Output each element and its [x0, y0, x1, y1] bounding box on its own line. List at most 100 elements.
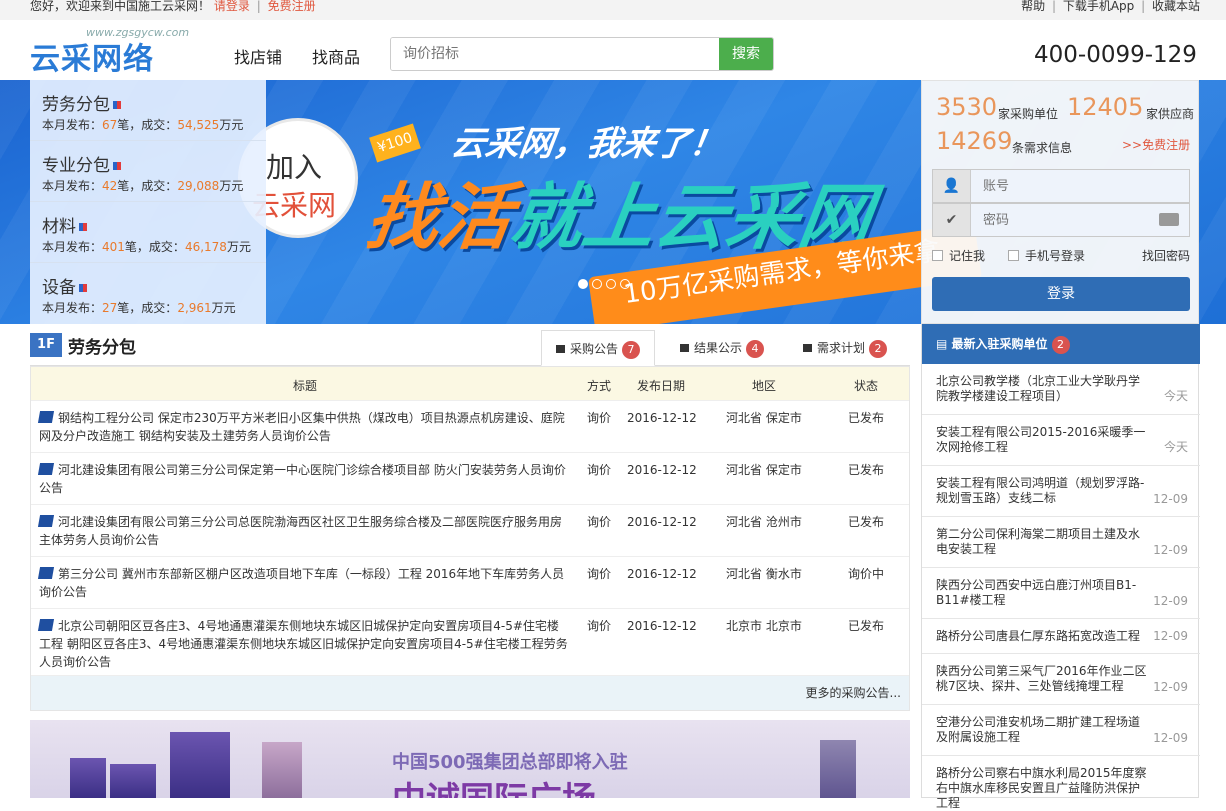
keyboard-icon[interactable]	[1159, 213, 1179, 226]
stats-count: 401	[102, 240, 125, 254]
list-item[interactable]: 路桥分公司唐县仁厚东路拓宽改造工程 12-09	[922, 619, 1200, 654]
tab-label: 采购公告	[570, 342, 619, 356]
promo-line1: 中国500强集团总部即将入驻	[392, 752, 628, 773]
row-status: 已发布	[848, 463, 885, 477]
favorite-link[interactable]: 收藏本站	[1152, 0, 1200, 13]
notice-table: 标题 方式 发布日期 地区 状态 钢结构工程分公司 保定市230万平方米老旧小区…	[30, 366, 910, 711]
suppliers-count: 12405	[1067, 93, 1144, 121]
row-method: 询价	[587, 463, 612, 477]
new-buyers-panel: ▤ 最新入驻采购单位 2 北京公司教学楼（北京工业大学耿丹学院教学楼建设工程项目）…	[921, 324, 1200, 810]
row-date: 2016-12-12	[627, 411, 697, 425]
stats-amount: 2,961	[177, 301, 212, 315]
check-icon: ✔	[933, 204, 971, 236]
suppliers-label: 家供应商	[1146, 107, 1195, 121]
site-logo[interactable]: www.zgsgycw.com 云采网络	[30, 26, 210, 77]
row-title[interactable]: 北京公司朝阳区豆各庄3、4号地通惠灌渠东侧地块东城区旧城保护定向安置房项目4-5…	[37, 617, 569, 671]
flag-icon	[79, 223, 87, 231]
header: www.zgsgycw.com 云采网络 找店铺 找商品 搜索 400-0099…	[0, 20, 1226, 80]
login-button[interactable]: 登录	[932, 277, 1190, 311]
item-name: 空港分公司淮安机场二期扩建工程场道及附属设施工程	[936, 715, 1141, 744]
col-date: 发布日期	[637, 379, 686, 393]
panel-title: 最新入驻采购单位	[951, 337, 1048, 351]
category-title-text: 设备	[42, 278, 76, 298]
category-equipment[interactable]: 设备 本月发布：27笔，成交：2,961万元	[30, 263, 266, 324]
nav-find-shop[interactable]: 找店铺	[234, 44, 282, 68]
stats-mid: 笔，成交：	[124, 240, 185, 254]
tab-count-badge: 7	[622, 341, 641, 359]
table-row[interactable]: 北京公司朝阳区豆各庄3、4号地通惠灌渠东侧地块东城区旧城保护定向安置房项目4-5…	[31, 609, 909, 676]
category-labor[interactable]: 劳务分包 本月发布：67笔，成交：54,525万元	[30, 80, 266, 141]
item-date: 12-09	[1153, 629, 1188, 643]
stats-mid: 笔，成交：	[117, 179, 178, 193]
tab-procurement-notice[interactable]: 采购公告 7	[541, 330, 656, 366]
flag-icon	[680, 344, 689, 352]
row-method: 询价	[587, 411, 612, 425]
account-input[interactable]	[983, 170, 1173, 202]
table-row[interactable]: 第三分公司 冀州市东部新区棚户区改造项目地下车库（一标段）工程 2016年地下车…	[31, 557, 909, 609]
category-title-text: 专业分包	[42, 156, 110, 176]
login-link[interactable]: 请登录	[214, 0, 250, 13]
list-item[interactable]: 安装工程有限公司2015-2016采暖季一次网抢修工程 今天	[922, 415, 1200, 466]
list-item[interactable]: 空港分公司淮安机场二期扩建工程场道及附属设施工程 12-09	[922, 705, 1200, 756]
buyers-count: 3530	[936, 93, 998, 121]
category-specialty[interactable]: 专业分包 本月发布：42笔，成交：29,088万元	[30, 141, 266, 202]
promo-banner[interactable]: 中国500强集团总部即将入驻 中诚国际广场	[30, 720, 910, 798]
row-title[interactable]: 河北建设集团有限公司第三分公司保定第一中心医院门诊综合楼项目部 防火门安装劳务人…	[37, 461, 569, 497]
nav-find-product[interactable]: 找商品	[312, 44, 360, 68]
flag-icon	[113, 101, 121, 109]
tab-result-notice[interactable]: 结果公示 4	[666, 330, 778, 366]
list-item[interactable]: 第二分公司保利海棠二期项目土建及水电安装工程 12-09	[922, 517, 1200, 568]
tab-demand-plan[interactable]: 需求计划 2	[789, 330, 901, 366]
row-title[interactable]: 第三分公司 冀州市东部新区棚户区改造项目地下车库（一标段）工程 2016年地下车…	[37, 565, 569, 601]
megaphone-icon	[556, 345, 565, 353]
list-item[interactable]: 陕西分公司第三采气厂2016年作业二区桃7区块、探井、三处管线掩埋工程 12-09	[922, 654, 1200, 705]
table-row[interactable]: 河北建设集团有限公司第三分公司保定第一中心医院门诊综合楼项目部 防火门安装劳务人…	[31, 453, 909, 505]
help-link[interactable]: 帮助	[1021, 0, 1045, 13]
item-date: 今天	[1163, 389, 1188, 403]
carousel-dot[interactable]	[606, 279, 616, 289]
carousel-dot[interactable]	[620, 279, 630, 289]
top-links: 帮助 | 下载手机App | 收藏本站	[1021, 0, 1200, 13]
user-icon: 👤	[933, 170, 971, 202]
top-bar: 您好，欢迎来到中国施工云采网！ 请登录 | 免费注册 帮助 | 下载手机App …	[0, 0, 1226, 20]
building-shape	[820, 740, 856, 798]
register-link[interactable]: 免费注册	[268, 0, 316, 13]
table-row[interactable]: 钢结构工程分公司 保定市230万平方米老旧小区集中供热（煤改电）项目热源点机房建…	[31, 401, 909, 453]
stats-unit: 万元	[219, 118, 244, 132]
row-region: 河北省 保定市	[726, 463, 802, 477]
mobile-login-checkbox[interactable]: 手机号登录	[1008, 247, 1085, 264]
stats-prefix: 本月发布：	[42, 118, 103, 132]
row-title-text: 河北建设集团有限公司第三分公司总医院渤海西区社区卫生服务综合楼及二部医院医疗服务…	[39, 515, 563, 547]
table-row[interactable]: 河北建设集团有限公司第三分公司总医院渤海西区社区卫生服务综合楼及二部医院医疗服务…	[31, 505, 909, 557]
category-materials[interactable]: 材料 本月发布：401笔，成交：46,178万元	[30, 202, 266, 263]
demands-count: 14269	[936, 127, 1013, 155]
item-date: 12-09	[1153, 543, 1188, 557]
logo-text: 云采网络	[30, 42, 154, 77]
list-item[interactable]: 路桥分公司察右中旗水利局2015年度察右中旗水库移民安置且广益隆防洪保护工程	[922, 756, 1200, 810]
flag-icon	[113, 162, 121, 170]
stats-count: 67	[102, 118, 118, 132]
row-title-text: 河北建设集团有限公司第三分公司保定第一中心医院门诊综合楼项目部 防火门安装劳务人…	[39, 463, 566, 495]
demands-label: 条需求信息	[1012, 141, 1073, 155]
remember-me-checkbox[interactable]: 记住我	[932, 247, 985, 264]
download-app-link[interactable]: 下载手机App	[1063, 0, 1134, 13]
carousel-dot[interactable]	[592, 279, 602, 289]
carousel-dot[interactable]	[578, 279, 588, 289]
item-date: 12-09	[1153, 492, 1188, 506]
separator: |	[1141, 0, 1146, 13]
row-title[interactable]: 钢结构工程分公司 保定市230万平方米老旧小区集中供热（煤改电）项目热源点机房建…	[37, 409, 569, 445]
item-name: 路桥分公司唐县仁厚东路拓宽改造工程	[936, 629, 1141, 643]
list-item[interactable]: 北京公司教学楼（北京工业大学耿丹学院教学楼建设工程项目） 今天	[922, 364, 1200, 415]
more-notices-link[interactable]: 更多的采购公告...	[31, 676, 909, 710]
list-item[interactable]: 安装工程有限公司鸿明道（规划罗浮路-规划雪玉路）支线二标 12-09	[922, 466, 1200, 517]
row-title-text: 北京公司朝阳区豆各庄3、4号地通惠灌渠东侧地块东城区旧城保护定向安置房项目4-5…	[39, 619, 568, 669]
row-method: 询价	[587, 567, 612, 581]
search-button[interactable]: 搜索	[719, 38, 773, 70]
forgot-password-link[interactable]: 找回密码	[1142, 247, 1190, 264]
row-title[interactable]: 河北建设集团有限公司第三分公司总医院渤海西区社区卫生服务综合楼及二部医院医疗服务…	[37, 513, 569, 549]
free-register-link[interactable]: >>免费注册	[1122, 136, 1190, 153]
list-item[interactable]: 陕西分公司西安中远白鹿汀州项目B1-B11#楼工程 12-09	[922, 568, 1200, 619]
search-input[interactable]	[391, 38, 721, 70]
password-input[interactable]	[983, 204, 1173, 236]
search-box: 搜索	[390, 37, 774, 71]
